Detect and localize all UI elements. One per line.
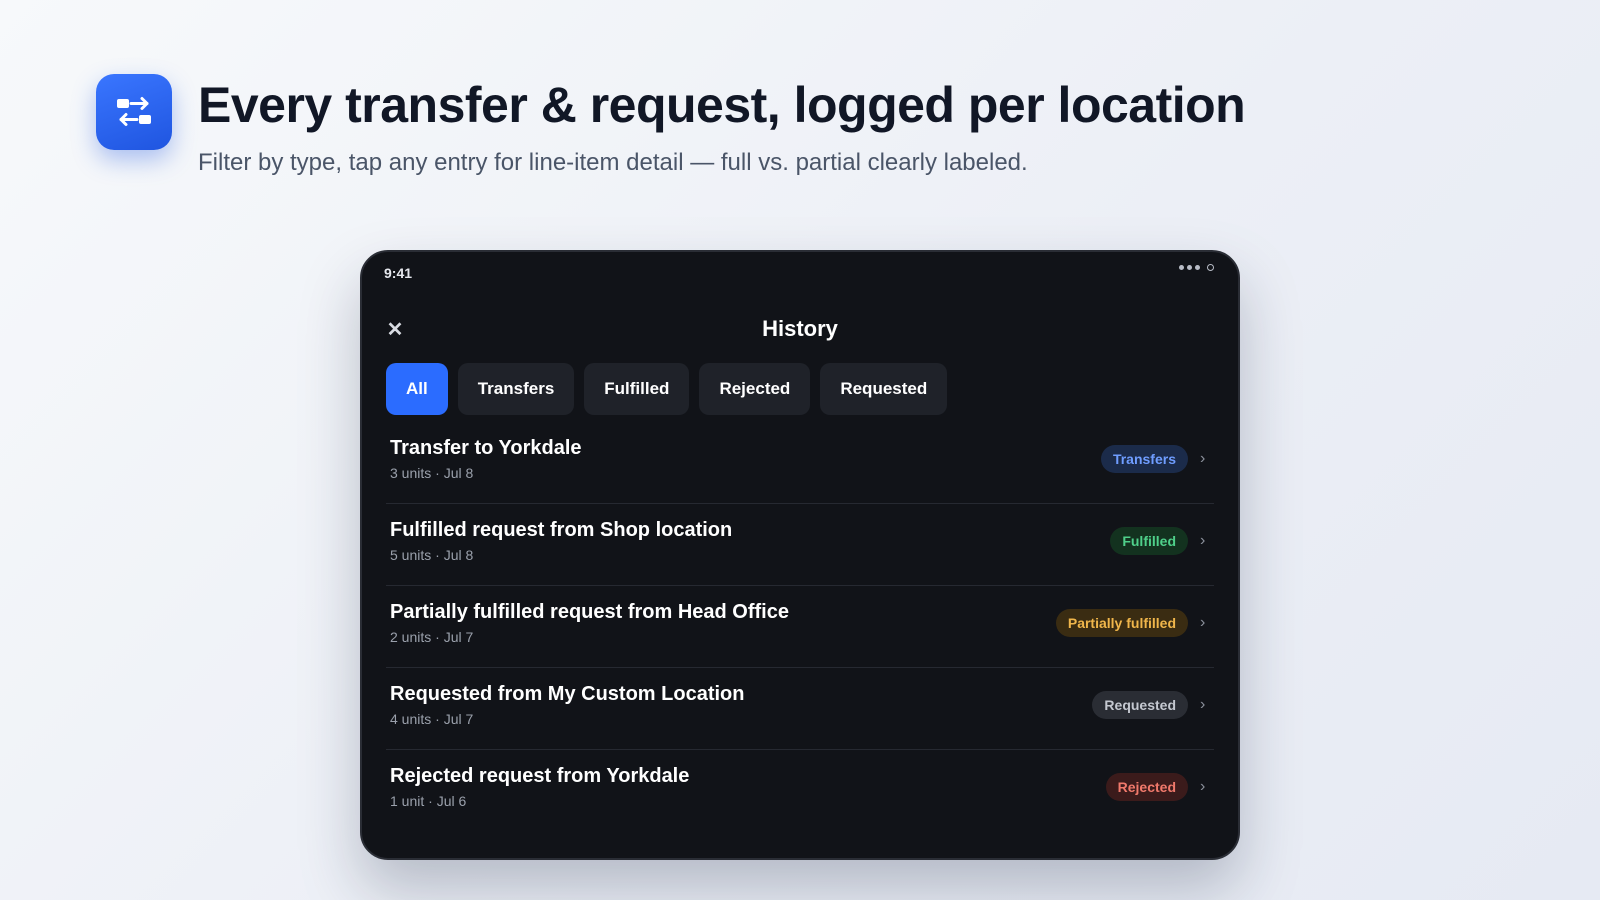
filter-chip-all[interactable]: All — [386, 363, 448, 415]
filter-chip-transfers[interactable]: Transfers — [457, 363, 575, 415]
screen-title: History — [762, 316, 838, 341]
row-subtitle: 1 unit · Jul 6 — [390, 793, 467, 809]
history-row[interactable]: Partially fulfilled request from Head Of… — [386, 586, 1214, 668]
filter-chip-rejected[interactable]: Rejected — [699, 363, 811, 415]
row-text: Fulfilled request from Shop location 5 un… — [390, 519, 732, 563]
row-trailing: Transfers › — [1100, 444, 1210, 473]
status-badge: Fulfilled — [1110, 526, 1188, 555]
row-text: Transfer to Yorkdale 3 units · Jul 8 — [390, 437, 582, 481]
row-text: Rejected request from Yorkdale 1 unit · J… — [390, 765, 689, 809]
app-icon — [96, 74, 172, 150]
row-trailing: Requested › — [1092, 690, 1210, 719]
transfer-arrows-icon — [117, 97, 151, 126]
row-subtitle: 5 units · Jul 8 — [390, 546, 474, 563]
row-text: Partially fulfilled request from Head Of… — [390, 601, 789, 645]
headline: Every transfer & request, logged per loc… — [198, 77, 1246, 133]
row-trailing: Rejected › — [1105, 773, 1210, 801]
row-subtitle: 2 units · Jul 7 — [390, 628, 474, 645]
status-badge: Requested — [1092, 690, 1188, 719]
row-subtitle: 3 units · Jul 8 — [390, 464, 474, 481]
history-row[interactable]: Fulfilled request from Shop location 5 un… — [386, 504, 1214, 586]
status-badge: Transfers — [1100, 444, 1188, 473]
filter-chips: All Transfers Fulfilled Rejected Requested — [386, 363, 948, 415]
row-title: Rejected request from Yorkdale — [390, 765, 690, 787]
subhead: Filter by type, tap any entry for line-i… — [198, 149, 1028, 176]
row-title: Transfer to Yorkdale — [390, 436, 582, 459]
status-indicators — [1179, 264, 1214, 271]
row-text: Requested from My Custom Location 4 units… — [390, 683, 744, 727]
chevron-right-icon: › — [1200, 531, 1206, 549]
signal-dot-icon — [1195, 265, 1200, 270]
history-row[interactable]: Transfer to Yorkdale 3 units · Jul 8 Trans… — [386, 422, 1214, 504]
history-list: Transfer to Yorkdale 3 units · Jul 8 Trans… — [386, 422, 1214, 832]
battery-ring-icon — [1207, 264, 1214, 271]
signal-dot-icon — [1187, 265, 1192, 270]
chevron-right-icon: › — [1200, 613, 1206, 631]
history-row[interactable]: Rejected request from Yorkdale 1 unit · J… — [386, 750, 1214, 832]
row-title: Partially fulfilled request from Head Of… — [390, 600, 789, 623]
row-trailing: Fulfilled › — [1110, 526, 1210, 555]
chevron-right-icon: › — [1200, 778, 1206, 795]
chevron-right-icon: › — [1200, 449, 1206, 467]
row-title: Requested from My Custom Location — [390, 682, 745, 705]
chevron-right-icon: › — [1200, 695, 1206, 713]
signal-dot-icon — [1179, 265, 1184, 270]
filter-chip-requested[interactable]: Requested — [820, 363, 948, 415]
status-badge: Rejected — [1105, 773, 1188, 801]
row-title: Fulfilled request from Shop location — [390, 518, 733, 541]
tablet-device-frame: 9:41 ✕ History All Transfers Fulfilled Reje… — [360, 250, 1240, 860]
filter-chip-fulfilled[interactable]: Fulfilled — [584, 363, 690, 415]
row-subtitle: 4 units · Jul 7 — [390, 710, 474, 727]
row-trailing: Partially fulfilled › — [1055, 608, 1210, 637]
status-badge: Partially fulfilled — [1055, 608, 1188, 637]
history-row[interactable]: Requested from My Custom Location 4 units… — [386, 668, 1214, 750]
status-time: 9:41 — [384, 265, 413, 281]
